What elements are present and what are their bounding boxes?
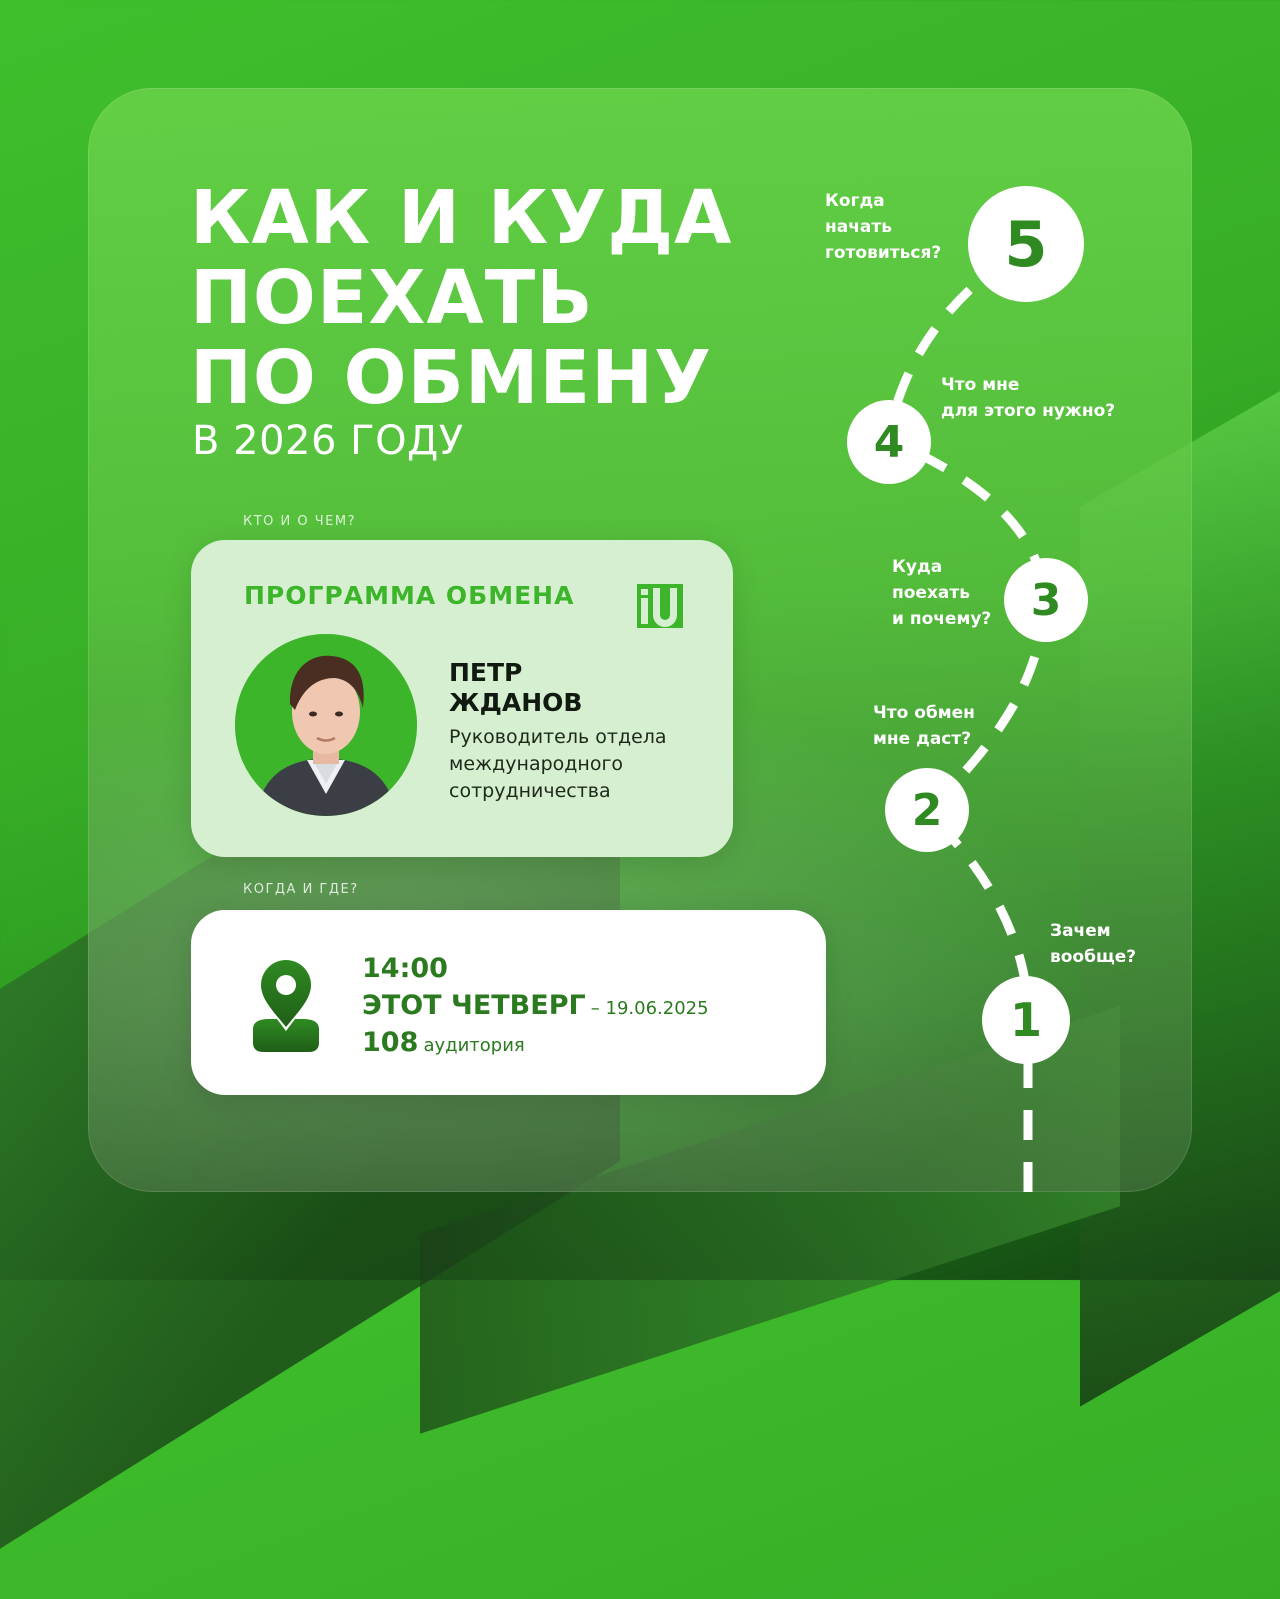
step-4-question: Что мне для этого нужно? bbox=[941, 372, 1115, 424]
question-line: Что обмен bbox=[873, 703, 975, 723]
step-1-circle: 1 bbox=[982, 976, 1070, 1064]
question-line: начать bbox=[825, 217, 892, 237]
roadmap-path bbox=[882, 241, 1050, 1192]
question-line: поехать bbox=[892, 583, 970, 603]
question-line: Когда bbox=[825, 191, 885, 211]
question-line: и почему? bbox=[892, 609, 992, 629]
question-line: мне даст? bbox=[873, 729, 972, 749]
question-line: Зачем bbox=[1050, 921, 1111, 941]
question-line: для этого нужно? bbox=[941, 401, 1116, 421]
step-2-question: Что обмен мне даст? bbox=[873, 700, 975, 752]
question-line: вообще? bbox=[1050, 947, 1137, 967]
step-4-circle: 4 bbox=[847, 400, 931, 484]
question-line: Что мне bbox=[941, 375, 1020, 395]
step-5-circle: 5 bbox=[968, 186, 1084, 302]
step-1-question: Зачем вообще? bbox=[1050, 918, 1136, 970]
step-3-circle: 3 bbox=[1004, 558, 1088, 642]
step-2-circle: 2 bbox=[885, 768, 969, 852]
question-line: Куда bbox=[892, 557, 943, 577]
step-3-question: Куда поехать и почему? bbox=[892, 554, 991, 632]
step-5-question: Когда начать готовиться? bbox=[825, 188, 941, 266]
question-line: готовиться? bbox=[825, 243, 942, 263]
